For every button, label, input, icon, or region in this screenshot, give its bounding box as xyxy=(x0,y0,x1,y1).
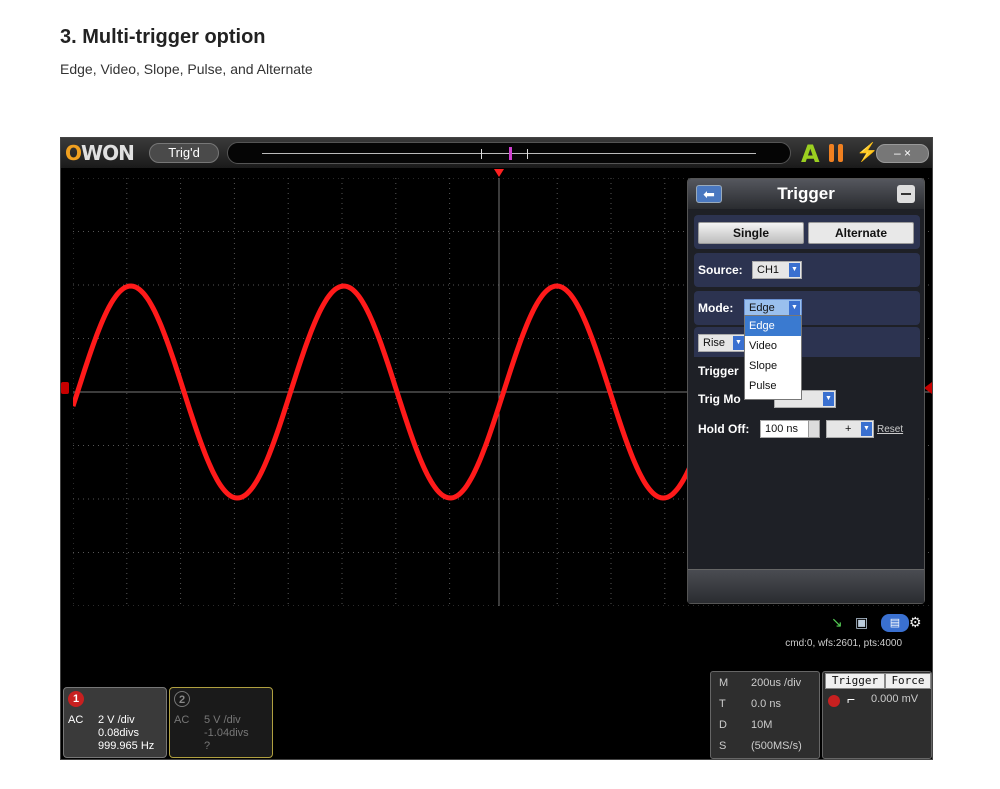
mode-option[interactable]: Video xyxy=(745,336,801,356)
mode-option[interactable]: Slope xyxy=(745,356,801,376)
chevron-down-icon: ▼ xyxy=(823,392,834,406)
ch1-offset: 0.08divs xyxy=(98,727,139,739)
ch2-info-box[interactable]: 2 AC 5 V /div -1.04divs ? xyxy=(169,687,273,758)
trigger-status-badge: Trig'd xyxy=(149,143,219,163)
timebase-row: M 200us /div xyxy=(719,677,802,689)
ch2-number: 2 xyxy=(174,691,190,707)
source-section: Source: CH1 ▼ xyxy=(694,253,920,287)
display-icon[interactable]: ▤ xyxy=(881,614,909,632)
tab-single[interactable]: Single xyxy=(698,222,804,244)
trigger-panel: ⬅ Trigger Single Alternate Source: CH1 ▼ … xyxy=(687,178,925,604)
trigger-panel-title: Trigger xyxy=(777,184,835,203)
chevron-down-icon: ▼ xyxy=(861,422,872,436)
mode-dropdown-list[interactable]: Edge Video Slope Pulse xyxy=(744,315,802,400)
status-icons: ↘ ▣ ▤ ⚙ xyxy=(831,614,927,634)
ch1-scale: 2 V /div xyxy=(98,714,135,726)
trigger-label: Trigger xyxy=(698,364,739,378)
ch2-scale: 5 V /div xyxy=(204,714,241,726)
auto-set-icon[interactable]: A xyxy=(801,140,820,168)
trigger-level-marker[interactable] xyxy=(924,382,932,394)
holdoff-label: Hold Off: xyxy=(698,422,750,436)
holdoff-step-select[interactable]: + ▼ xyxy=(826,420,874,438)
trigger-level-value: 0.000 mV xyxy=(871,693,919,705)
timebase-row: D 10M xyxy=(719,719,773,731)
probe-icon[interactable]: ↘ xyxy=(831,614,843,632)
timebase-row: T 0.0 ns xyxy=(719,698,781,710)
pause-icon[interactable] xyxy=(829,144,847,162)
trigger-type-section: Single Alternate xyxy=(694,215,920,249)
ch1-info-box[interactable]: 1 AC 2 V /div 0.08divs 999.965 Hz xyxy=(63,687,167,758)
minimize-icon[interactable] xyxy=(897,185,915,203)
holdoff-input[interactable]: 100 ns xyxy=(760,420,810,438)
chevron-down-icon: ▼ xyxy=(789,301,800,315)
trigger-button[interactable]: Trigger xyxy=(825,673,885,689)
ch2-coupling: AC xyxy=(174,714,190,726)
rising-edge-icon: ⌐ xyxy=(847,691,856,707)
source-label: Source: xyxy=(698,263,743,277)
ch1-number: 1 xyxy=(68,691,84,707)
memory-position-bar[interactable] xyxy=(227,142,791,164)
trig-mode-label: Trig Mo xyxy=(698,392,741,406)
trigger-info-box: Trigger Force ⌐ 0.000 mV xyxy=(822,671,932,759)
owon-logo: OWON xyxy=(65,141,135,165)
oscilloscope-window: OWON Trig'd A ⚡ – × ⬅ Trigger Single Alt… xyxy=(60,137,933,760)
timebase-box[interactable]: M 200us /div T 0.0 ns D 10M S (500MS/s) xyxy=(710,671,820,759)
top-bar: OWON Trig'd A ⚡ – × xyxy=(61,138,932,168)
chevron-down-icon: ▼ xyxy=(789,263,800,277)
source-select[interactable]: CH1 ▼ xyxy=(752,261,802,279)
chevron-down-icon: ▼ xyxy=(733,336,744,350)
ch1-level-marker[interactable] xyxy=(61,382,69,394)
ch2-frequency: ? xyxy=(204,740,211,752)
page-subheading: Edge, Video, Slope, Pulse, and Alternate xyxy=(60,61,313,77)
mode-label: Mode: xyxy=(698,301,734,315)
page-heading: 3. Multi-trigger option xyxy=(60,26,266,48)
force-button[interactable]: Force xyxy=(885,673,931,689)
holdoff-spinner[interactable] xyxy=(808,420,820,438)
acquisition-status: cmd:0, wfs:2601, pts:4000 xyxy=(785,638,902,649)
window-controls[interactable]: – × xyxy=(876,144,929,163)
ch1-frequency: 999.965 Hz xyxy=(98,740,155,752)
timebase-row: S (500MS/s) xyxy=(719,740,802,752)
trigger-panel-footer xyxy=(688,569,924,603)
gear-icon[interactable]: ⚙ xyxy=(909,614,922,632)
trigger-panel-header: ⬅ Trigger xyxy=(688,179,924,209)
trigger-time-marker xyxy=(494,169,504,177)
mode-option[interactable]: Edge xyxy=(745,316,801,336)
ch1-coupling: AC xyxy=(68,714,84,726)
trigger-source-icon xyxy=(828,695,840,707)
slope-select[interactable]: Rise ▼ xyxy=(698,334,746,352)
mode-option[interactable]: Pulse xyxy=(745,376,801,396)
tab-alternate[interactable]: Alternate xyxy=(808,222,914,244)
ch2-offset: -1.04divs xyxy=(204,727,249,739)
trigger-position-marker[interactable] xyxy=(509,147,512,160)
save-icon[interactable]: ▣ xyxy=(855,614,868,632)
mode-section: Mode: Edge ▼ xyxy=(694,291,920,325)
reset-link[interactable]: Reset xyxy=(877,424,903,435)
